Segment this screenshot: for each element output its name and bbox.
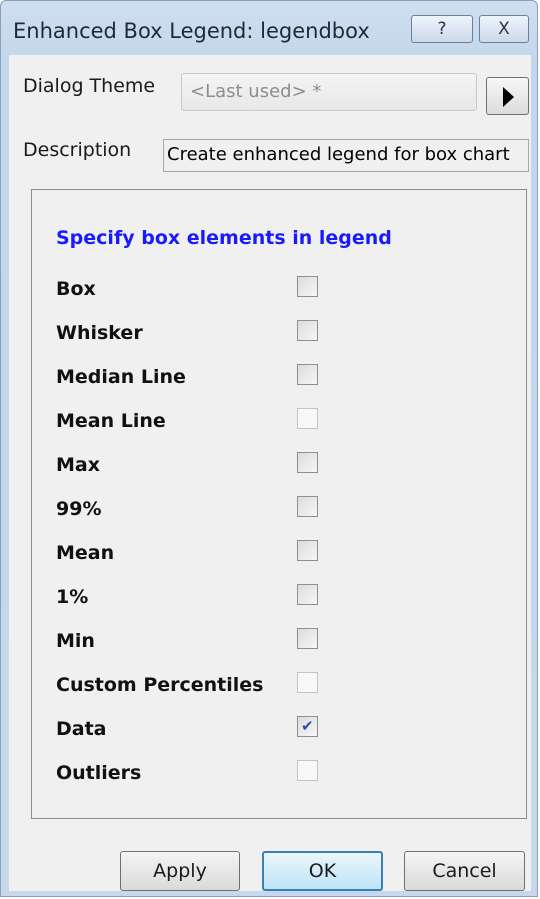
legend-option-row: Data ✔ xyxy=(32,716,526,754)
close-button[interactable]: X xyxy=(479,15,529,43)
dialog-body: Dialog Theme <Last used> * Description C… xyxy=(9,55,531,891)
play-arrow-icon xyxy=(503,87,514,107)
legend-option-checkbox[interactable] xyxy=(297,584,318,605)
legend-option-row: Outliers xyxy=(32,760,526,798)
legend-option-checkbox[interactable] xyxy=(297,496,318,517)
legend-option-label: Data xyxy=(56,718,107,740)
legend-option-label: Custom Percentiles xyxy=(56,674,264,696)
legend-option-label: 1% xyxy=(56,586,89,608)
legend-option-checkbox[interactable] xyxy=(297,320,318,341)
legend-option-row: Max xyxy=(32,452,526,490)
apply-button[interactable]: Apply xyxy=(120,851,240,891)
legend-option-label: Median Line xyxy=(56,366,186,388)
options-panel: Specify box elements in legend Box Whiske… xyxy=(31,189,527,819)
legend-option-checkbox[interactable] xyxy=(297,276,318,297)
title-bar: Enhanced Box Legend: legendbox ? X xyxy=(1,1,537,63)
legend-option-row: 1% xyxy=(32,584,526,622)
legend-option-row: Box xyxy=(32,276,526,314)
legend-option-label: Mean Line xyxy=(56,410,166,432)
legend-option-row: 99% xyxy=(32,496,526,534)
window-title: Enhanced Box Legend: legendbox xyxy=(13,19,370,43)
legend-option-label: Min xyxy=(56,630,95,652)
legend-option-checkbox[interactable] xyxy=(297,628,318,649)
cancel-button[interactable]: Cancel xyxy=(404,851,525,891)
close-icon: X xyxy=(498,19,510,39)
help-icon: ? xyxy=(437,19,447,39)
description-label: Description xyxy=(23,139,132,161)
dialog-theme-label: Dialog Theme xyxy=(23,75,156,97)
legend-option-row: Whisker xyxy=(32,320,526,358)
legend-option-label: Outliers xyxy=(56,762,142,784)
legend-option-checkbox[interactable] xyxy=(297,408,318,429)
legend-option-checkbox[interactable] xyxy=(297,760,318,781)
section-heading: Specify box elements in legend xyxy=(56,227,392,249)
dialog-theme-dropdown[interactable]: <Last used> * xyxy=(181,73,477,111)
checkmark-icon: ✔ xyxy=(301,717,314,735)
legend-option-label: 99% xyxy=(56,498,102,520)
legend-option-checkbox[interactable] xyxy=(297,452,318,473)
legend-option-row: Median Line xyxy=(32,364,526,402)
legend-option-label: Max xyxy=(56,454,100,476)
help-button[interactable]: ? xyxy=(411,15,473,43)
description-field[interactable]: Create enhanced legend for box chart xyxy=(163,139,529,172)
legend-option-label: Mean xyxy=(56,542,115,564)
legend-option-checkbox[interactable] xyxy=(297,672,318,693)
theme-menu-button[interactable] xyxy=(486,77,529,115)
legend-option-checkbox[interactable] xyxy=(297,540,318,561)
legend-option-row: Mean Line xyxy=(32,408,526,446)
legend-option-label: Box xyxy=(56,278,96,300)
ok-button[interactable]: OK xyxy=(262,851,383,891)
legend-option-row: Custom Percentiles xyxy=(32,672,526,710)
legend-option-label: Whisker xyxy=(56,322,143,344)
legend-option-row: Mean xyxy=(32,540,526,578)
legend-option-checkbox[interactable] xyxy=(297,364,318,385)
legend-option-checkbox[interactable]: ✔ xyxy=(297,716,318,737)
legend-option-row: Min xyxy=(32,628,526,666)
dialog-window: Enhanced Box Legend: legendbox ? X Dialo… xyxy=(0,0,538,897)
